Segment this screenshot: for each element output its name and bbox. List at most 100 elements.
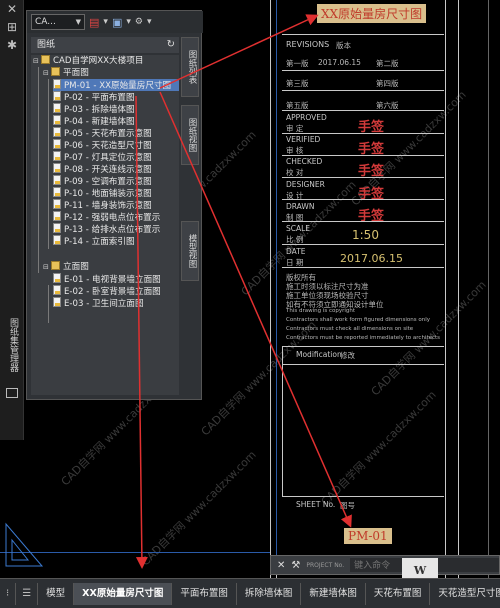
layout-tabs-bar: ⁝ ☰ 模型 XX原始量房尺寸图 平面布置图 拆除墙体图 新建墙体图 天花布置图… (0, 578, 500, 608)
approved-en: APPROVED (286, 113, 327, 122)
chevron-down-icon[interactable]: ▾ (103, 17, 108, 27)
tree-sheet-item[interactable]: E-03 - 卫生间立面图 (53, 297, 144, 309)
tree-sheet-item[interactable]: P-14 - 立面索引图 (53, 235, 135, 247)
settings-icon[interactable]: ✱ (0, 36, 24, 54)
note-line: Contractors shall work form figured dime… (286, 317, 430, 323)
wrench-icon[interactable]: ⚒ (291, 560, 300, 571)
options-icon[interactable]: ⚙ (135, 17, 143, 27)
tab-layout[interactable]: 拆除墙体图 (237, 582, 302, 605)
palette-title-strip[interactable]: ✕ ⊞ ✱ 图纸集管理器 (0, 0, 24, 440)
tree-sheet-item[interactable]: P-06 - 天花造型尺寸图 (53, 139, 152, 151)
tb-line (282, 199, 444, 200)
sheets-header: 图纸 ↻ (31, 37, 179, 53)
tree-sheet-item[interactable]: P-02 - 平面布置图 (53, 91, 135, 103)
tree-sheet-item[interactable]: P-09 - 空调布置示意图 (53, 175, 152, 187)
tree-sheet-item[interactable]: P-08 - 开关连线示意图 (53, 163, 152, 175)
sheet-label: P-07 - 灯具定位示意图 (64, 153, 152, 163)
tree-group[interactable]: ⊟ 平面图 (43, 67, 89, 79)
collapse-icon[interactable]: ⊟ (33, 55, 41, 67)
tree-sheet-item[interactable]: E-01 - 电视背景墙立面图 (53, 273, 161, 285)
tree-sheet-item[interactable]: P-05 - 天花布置示意图 (53, 127, 152, 139)
sheet-label: P-13 - 给排水点位布置示 (64, 225, 161, 235)
revisions-label: REVISIONS (286, 40, 330, 49)
tree-sheet-item[interactable]: P-07 - 灯具定位示意图 (53, 151, 152, 163)
tree-group[interactable]: ⊟ 立面图 (43, 261, 89, 273)
tree-sheet-item[interactable]: E-02 - 卧室背景墙立面图 (53, 285, 161, 297)
tree-sheet-item[interactable]: P-13 - 给排水点位布置示 (53, 223, 160, 235)
close-icon[interactable]: ✕ (0, 0, 24, 18)
palette-toolbar: CA... ▼ ▤ ▾ ▣ ▾ ⚙ ▾ (27, 11, 203, 33)
collapse-icon[interactable]: ⊟ (43, 261, 51, 273)
sheet-label: P-04 - 新建墙体图 (64, 117, 135, 127)
sheet-icon (53, 139, 61, 149)
tab-scroll-left[interactable]: ⁝ (0, 582, 17, 605)
sheet-set-combo[interactable]: CA... ▼ (31, 14, 85, 30)
collapse-icon[interactable]: ⊟ (43, 67, 51, 79)
tree-sheet-item[interactable]: PM-01 - XX原始量房尺寸图 (53, 79, 179, 91)
sheet-icon (53, 103, 61, 113)
tab-layout[interactable]: 天花造型尺寸图 (430, 583, 500, 605)
tb-line (282, 177, 444, 178)
plot-icon[interactable]: ▣ (112, 16, 122, 29)
note-line: Contractors must check all dimensions on… (286, 326, 414, 332)
sheet-icon (53, 151, 61, 161)
sheet-label: P-09 - 空调布置示意图 (64, 177, 152, 187)
tree-root[interactable]: ⊟ CAD自学网XX大楼项目 (33, 55, 143, 67)
tree-sheet-item[interactable]: P-11 - 墙身装饰示意图 (53, 199, 152, 211)
tab-layout-active[interactable]: XX原始量房尺寸图 (74, 582, 173, 605)
frame-line (458, 0, 459, 578)
tab-model[interactable]: 模型 (38, 582, 75, 605)
tree-sheet-item[interactable]: P-04 - 新建墙体图 (53, 115, 135, 127)
refresh-icon[interactable]: ↻ (167, 37, 175, 53)
tb-line (282, 70, 444, 71)
tab-model-views[interactable]: 模型视图 (181, 221, 199, 281)
publish-pdf-icon[interactable]: ▤ (89, 16, 99, 29)
tb-line (282, 110, 444, 111)
project-no-label: PROJECT No. (306, 561, 345, 569)
sheet-label: P-12 - 强弱电点位布置示 (64, 213, 161, 223)
palette-vertical-tabs: 图纸列表 图纸视图 模型视图 (179, 37, 201, 397)
book-icon (6, 388, 18, 398)
tab-layout[interactable]: 新建墙体图 (301, 582, 366, 605)
sheet-tree[interactable]: ⊟ CAD自学网XX大楼项目 ⊟ 平面图 PM-01 - XX原始量房尺寸图 P-0… (31, 55, 179, 395)
sheet-icon (53, 127, 61, 137)
sheet-icon (53, 199, 61, 209)
tab-layout[interactable]: 平面布置图 (172, 582, 237, 605)
tab-sheet-list[interactable]: 图纸列表 (181, 37, 199, 97)
frame-line (445, 0, 446, 578)
rev2: 第二版 (376, 59, 399, 68)
tree-sheet-item[interactable]: P-03 - 拆除墙体图 (53, 103, 135, 115)
date-value: 2017.06.15 (340, 252, 403, 265)
tree-sheet-item[interactable]: P-10 - 地面铺装示意图 (53, 187, 152, 199)
sheet-icon (53, 163, 61, 173)
sheet-label: P-14 - 立面索引图 (64, 237, 135, 247)
command-line[interactable]: ✕ ⚒ PROJECT No. (270, 555, 500, 575)
sheet-icon (53, 79, 61, 89)
sheet-icon (53, 223, 61, 233)
menu-icon[interactable]: ☰ (16, 582, 39, 605)
sheet-label: P-06 - 天花造型尺寸图 (64, 141, 152, 151)
watermark: CAD自学网 www.cadzxw.com (138, 448, 259, 569)
rev4: 第四版 (376, 79, 399, 88)
tab-layout[interactable]: 天花布置图 (366, 582, 431, 605)
chevron-down-icon: ▼ (75, 18, 81, 26)
chevron-down-icon[interactable]: ▾ (126, 17, 131, 27)
sheetno-cn: 图号 (340, 501, 355, 510)
sheets-header-label: 图纸 (37, 40, 56, 50)
blue-frame (276, 0, 277, 555)
tb-line (282, 155, 444, 156)
chevron-down-icon[interactable]: ▾ (147, 17, 152, 27)
sheet-label: P-11 - 墙身装饰示意图 (64, 201, 152, 211)
rev1-date: 2017.06.15 (318, 58, 361, 67)
verified-en: VERIFIED (286, 135, 321, 144)
pin-icon[interactable]: ⊞ (0, 18, 24, 36)
folder-icon (51, 261, 60, 270)
sheet-icon (53, 115, 61, 125)
tab-sheet-views[interactable]: 图纸视图 (181, 105, 199, 165)
sheet-number-label: PM-01 (344, 528, 392, 544)
close-icon[interactable]: ✕ (277, 560, 285, 571)
top-sheet-label: XX原始量房尺寸图 (317, 4, 427, 23)
palette-title: 图纸集管理器 (8, 318, 18, 372)
tree-sheet-item[interactable]: P-12 - 强弱电点位布置示 (53, 211, 160, 223)
tree-line (38, 67, 39, 273)
